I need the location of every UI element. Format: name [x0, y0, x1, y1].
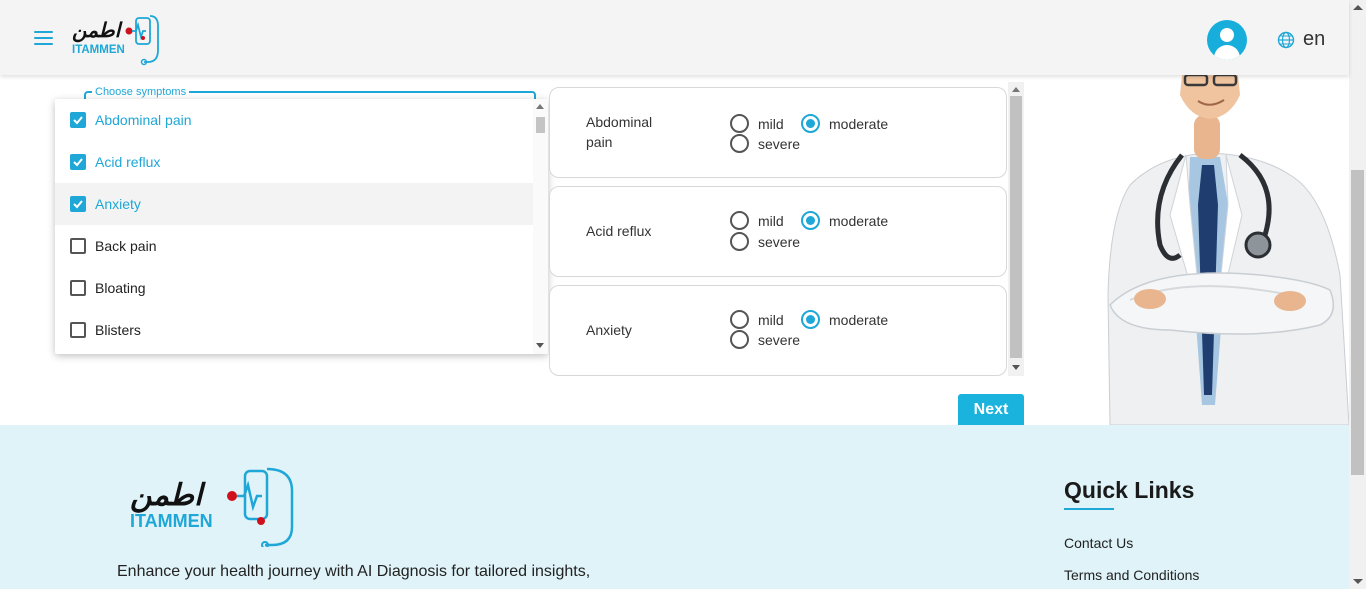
radio-icon[interactable]: [730, 310, 749, 329]
site-footer: اطمن ITAMMEN Enhance your health journey…: [0, 425, 1349, 589]
scroll-down-arrow-icon[interactable]: [536, 343, 544, 348]
page-scroll-up-icon[interactable]: [1353, 5, 1363, 10]
symptom-option-bloating[interactable]: Bloating: [55, 267, 533, 309]
radio-selected-icon[interactable]: [801, 211, 820, 230]
doctor-illustration: [1107, 75, 1349, 425]
radio-label: moderate: [829, 311, 889, 328]
brand-logo[interactable]: اطمن ITAMMEN: [70, 10, 162, 71]
checkbox-icon[interactable]: [70, 322, 86, 338]
radio-moderate[interactable]: moderate: [801, 310, 888, 329]
dropdown-scrollbar[interactable]: [533, 99, 548, 354]
symptom-option-label: Abdominal pain: [95, 112, 192, 128]
symptom-option-label: Anxiety: [95, 196, 141, 212]
severity-panel: Abdominal pain mild moderate severe Acid…: [548, 82, 1024, 376]
next-button[interactable]: Next: [958, 394, 1024, 426]
footer-tagline: Enhance your health journey with AI Diag…: [117, 563, 591, 580]
checkbox-icon[interactable]: [70, 238, 86, 254]
radio-severe[interactable]: severe: [730, 134, 800, 153]
page-scroll-down-icon[interactable]: [1353, 579, 1363, 584]
severity-card-anxiety: Anxiety mild moderate severe: [549, 285, 1007, 376]
scroll-up-arrow-icon[interactable]: [1012, 87, 1020, 92]
radio-selected-icon[interactable]: [801, 310, 820, 329]
quick-links-title: Quick Links: [1064, 477, 1195, 503]
language-label: en: [1303, 28, 1326, 50]
radio-icon[interactable]: [730, 211, 749, 230]
radio-label: moderate: [829, 212, 889, 229]
radio-label: severe: [758, 331, 801, 348]
severity-card-title: Anxiety: [586, 322, 632, 338]
hamburger-menu-icon[interactable]: [34, 31, 53, 45]
radio-label: severe: [758, 135, 801, 152]
checkbox-checked-icon[interactable]: [70, 154, 86, 170]
severity-card-acid-reflux: Acid reflux mild moderate severe: [549, 186, 1007, 277]
scroll-up-arrow-icon[interactable]: [536, 104, 544, 109]
radio-severe[interactable]: severe: [730, 330, 800, 349]
radio-icon[interactable]: [730, 232, 749, 251]
radio-mild[interactable]: mild: [730, 211, 784, 230]
checkbox-icon[interactable]: [70, 280, 86, 296]
link-terms-and-conditions[interactable]: Terms and Conditions: [1064, 567, 1199, 583]
radio-icon[interactable]: [730, 134, 749, 153]
radio-icon[interactable]: [730, 330, 749, 349]
user-avatar-icon[interactable]: [1207, 20, 1247, 60]
page-scroll-thumb[interactable]: [1351, 170, 1364, 475]
symptom-option-blisters[interactable]: Blisters: [55, 309, 533, 351]
radio-mild[interactable]: mild: [730, 114, 784, 133]
quick-links-underline: [1064, 508, 1114, 510]
checkbox-checked-icon[interactable]: [70, 196, 86, 212]
severity-card-title: Abdominal pain: [586, 114, 653, 150]
page-scrollbar[interactable]: [1349, 0, 1366, 589]
symptom-option-label: Bloating: [95, 280, 146, 296]
severity-card-title: Acid reflux: [586, 223, 652, 239]
radio-selected-icon[interactable]: [801, 114, 820, 133]
footer-logo-arabic: اطمن: [130, 478, 206, 513]
checkbox-checked-icon[interactable]: [70, 112, 86, 128]
language-selector[interactable]: en: [1277, 28, 1325, 51]
footer-brand-logo[interactable]: اطمن ITAMMEN: [128, 465, 298, 552]
link-contact-us[interactable]: Contact Us: [1064, 535, 1133, 551]
symptoms-dropdown[interactable]: Abdominal pain Acid reflux Anxiety Back …: [55, 99, 548, 354]
radio-moderate[interactable]: moderate: [801, 211, 888, 230]
symptom-option-back-pain[interactable]: Back pain: [55, 225, 533, 267]
brand-logo-arabic: اطمن: [72, 18, 123, 43]
symptom-option-label: Blisters: [95, 322, 141, 338]
symptom-option-acid-reflux[interactable]: Acid reflux: [55, 141, 533, 183]
globe-icon: [1277, 31, 1295, 48]
scroll-down-arrow-icon[interactable]: [1012, 365, 1020, 370]
top-header: اطمن ITAMMEN en: [0, 0, 1349, 75]
radio-moderate[interactable]: moderate: [801, 114, 888, 133]
radio-label: severe: [758, 233, 801, 250]
brand-logo-text: ITAMMEN: [72, 44, 125, 56]
main-content: Choose symptoms Abdominal pain Acid refl…: [0, 75, 1349, 426]
radio-severe[interactable]: severe: [730, 232, 800, 251]
radio-label: moderate: [829, 115, 889, 132]
symptom-option-label: Acid reflux: [95, 154, 161, 170]
radio-label: mild: [758, 212, 784, 229]
dropdown-scroll-thumb[interactable]: [536, 117, 545, 133]
severity-card-abdominal-pain: Abdominal pain mild moderate severe: [549, 87, 1007, 178]
severity-scroll-thumb[interactable]: [1010, 96, 1022, 358]
symptom-option-anxiety[interactable]: Anxiety: [55, 183, 533, 225]
symptoms-field-label: Choose symptoms: [92, 86, 190, 98]
radio-label: mild: [758, 311, 784, 328]
radio-label: mild: [758, 115, 784, 132]
severity-scrollbar[interactable]: [1008, 82, 1024, 376]
radio-mild[interactable]: mild: [730, 310, 784, 329]
radio-icon[interactable]: [730, 114, 749, 133]
footer-logo-text: ITAMMEN: [130, 511, 213, 531]
symptom-option-label: Back pain: [95, 238, 157, 254]
symptom-option-abdominal-pain[interactable]: Abdominal pain: [55, 99, 533, 141]
